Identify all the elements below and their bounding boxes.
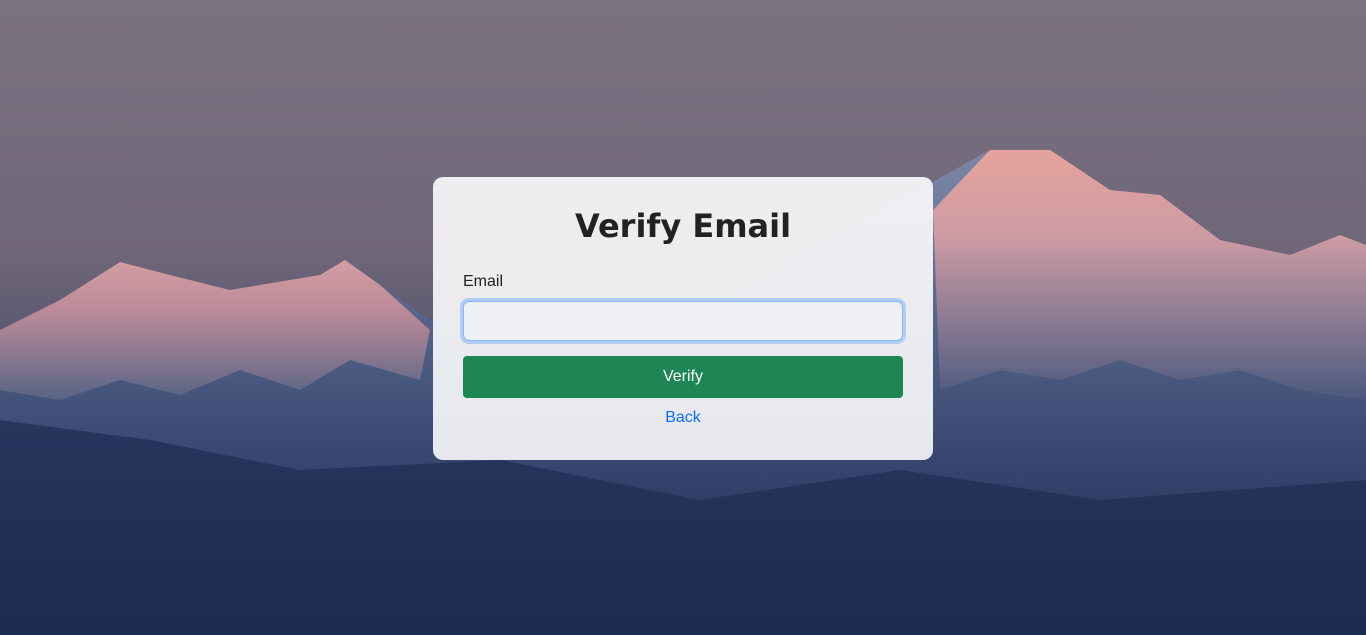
email-input[interactable]	[463, 301, 903, 341]
page-title: Verify Email	[574, 207, 792, 245]
email-label: Email	[463, 273, 504, 290]
verify-button[interactable]: Verify	[463, 356, 903, 398]
verify-email-card: Verify Email Email Verify Back	[433, 177, 933, 460]
back-link[interactable]: Back	[433, 409, 933, 427]
